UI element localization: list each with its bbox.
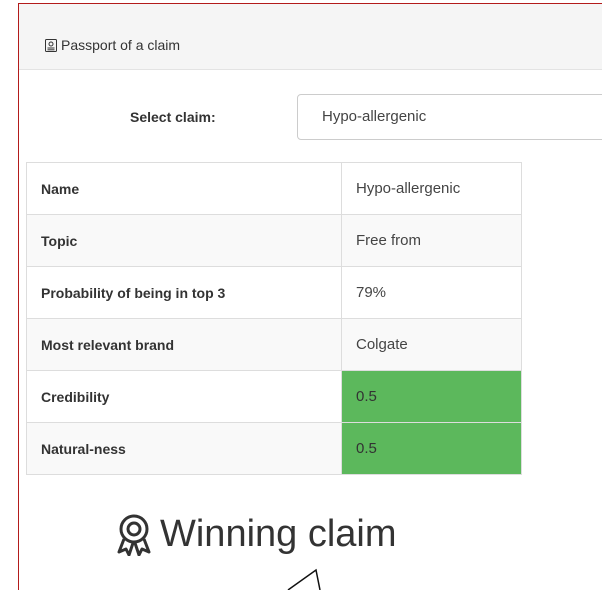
table-row: Probability of being in top 3 79% [26, 266, 522, 319]
claim-passport-table: Name Hypo-allergenic Topic Free from Pro… [26, 162, 522, 475]
panel-title: Passport of a claim [61, 37, 181, 53]
row-value: 79% [341, 266, 522, 319]
award-ribbon-icon [117, 514, 151, 556]
row-value: Colgate [341, 318, 522, 371]
table-row: Most relevant brand Colgate [26, 318, 522, 371]
winning-claim-text: Winning claim [160, 513, 397, 555]
claim-select-dropdown[interactable]: Hypo-allergenic [297, 94, 602, 140]
id-card-icon [45, 39, 57, 52]
row-key: Natural-ness [26, 422, 342, 475]
claim-select-value: Hypo-allergenic [322, 108, 427, 125]
table-row: Name Hypo-allergenic [26, 162, 522, 215]
row-value: Free from [341, 214, 522, 267]
credibility-value: 0.5 [341, 370, 522, 423]
row-key: Probability of being in top 3 [26, 266, 342, 319]
select-claim-label: Select claim: [130, 109, 216, 125]
pointer-arrow-icon [287, 568, 321, 590]
row-key: Most relevant brand [26, 318, 342, 371]
panel-heading: Passport of a claim [19, 4, 602, 70]
naturalness-value: 0.5 [341, 422, 522, 475]
row-value: Hypo-allergenic [341, 162, 522, 215]
row-key: Name [26, 162, 342, 215]
table-row: Topic Free from [26, 214, 522, 267]
table-row: Natural-ness 0.5 [26, 422, 522, 475]
table-row: Credibility 0.5 [26, 370, 522, 423]
row-key: Topic [26, 214, 342, 267]
screen: Passport of a claim Select claim: Hypo-a… [0, 0, 602, 590]
row-key: Credibility [26, 370, 342, 423]
